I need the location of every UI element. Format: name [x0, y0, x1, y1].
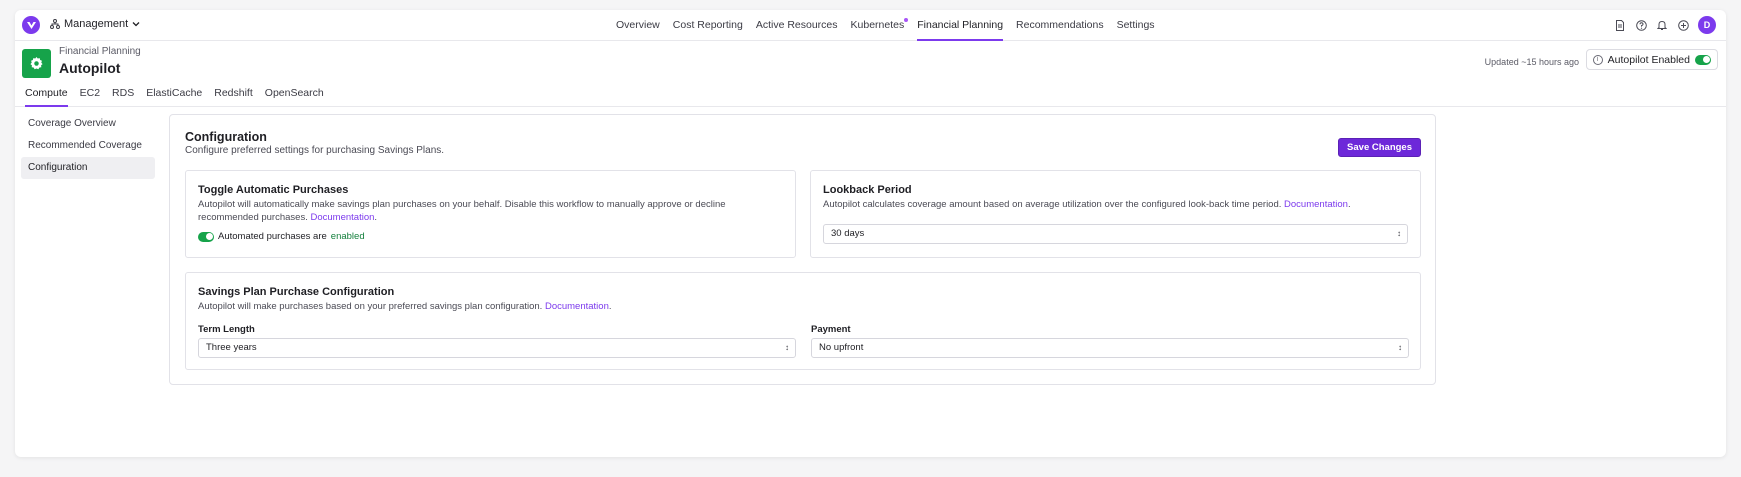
- page-header: Financial Planning Autopilot Updated ~15…: [15, 41, 1726, 82]
- documentation-link[interactable]: Documentation: [1284, 199, 1348, 210]
- org-name: Management: [64, 18, 129, 30]
- nav-recommendations[interactable]: Recommendations: [1016, 10, 1104, 41]
- org-switcher[interactable]: Management: [50, 18, 140, 30]
- section-title: Configuration: [185, 130, 267, 144]
- gear-icon: [22, 49, 51, 78]
- top-navigation: Management Overview Cost Reporting Activ…: [15, 10, 1726, 41]
- service-tabs: Compute EC2 RDS ElastiCache Redshift Ope…: [15, 82, 1726, 107]
- automated-purchases-toggle-row: Automated purchases are enabled: [198, 231, 365, 242]
- nav-label: Overview: [616, 19, 660, 31]
- autopilot-status-label: Autopilot Enabled: [1607, 53, 1690, 66]
- payment-select[interactable]: No upfront ↕: [811, 338, 1409, 358]
- tab-rds[interactable]: RDS: [112, 82, 134, 107]
- card-title: Toggle Automatic Purchases: [198, 184, 349, 196]
- autopilot-toggle[interactable]: [1695, 54, 1711, 65]
- select-caret-icon: ↕: [785, 343, 789, 352]
- select-value: Three years: [206, 342, 257, 353]
- tab-redshift[interactable]: Redshift: [214, 82, 253, 107]
- sidebar-item-configuration[interactable]: Configuration: [21, 157, 155, 179]
- select-value: 30 days: [831, 228, 865, 239]
- toggle-state: enabled: [330, 231, 365, 242]
- nav-label: Kubernetes: [850, 19, 905, 31]
- autopilot-status-button[interactable]: i Autopilot Enabled: [1585, 49, 1718, 70]
- help-icon[interactable]: [1635, 19, 1647, 31]
- card-description-text: Autopilot will automatically make saving…: [198, 199, 726, 223]
- document-icon[interactable]: [1614, 19, 1626, 31]
- term-length-select[interactable]: Three years ↕: [198, 338, 796, 358]
- card-description: Autopilot calculates coverage amount bas…: [823, 199, 1351, 210]
- tab-ec2[interactable]: EC2: [80, 82, 100, 107]
- lookback-period-card: Lookback Period Autopilot calculates cov…: [810, 170, 1421, 258]
- nav-label: Recommendations: [1016, 19, 1104, 31]
- tab-opensearch[interactable]: OpenSearch: [265, 82, 324, 107]
- term-length-label: Term Length: [198, 324, 255, 335]
- nav-label: Cost Reporting: [672, 19, 743, 31]
- breadcrumb[interactable]: Financial Planning: [59, 46, 141, 57]
- card-description-text: Autopilot calculates coverage amount bas…: [823, 199, 1282, 210]
- logo-icon[interactable]: [22, 16, 40, 34]
- select-value: No upfront: [819, 342, 864, 353]
- nav-active-resources[interactable]: Active Resources: [756, 10, 838, 41]
- chevron-down-icon: [132, 22, 140, 27]
- documentation-link[interactable]: Documentation: [545, 301, 609, 312]
- toggle-label: Automated purchases are: [218, 231, 327, 242]
- nav-kubernetes[interactable]: Kubernetes: [850, 10, 909, 41]
- nav-settings[interactable]: Settings: [1117, 10, 1155, 41]
- save-changes-button[interactable]: Save Changes: [1338, 138, 1421, 157]
- tab-compute[interactable]: Compute: [25, 82, 68, 107]
- app-window: Management Overview Cost Reporting Activ…: [15, 10, 1726, 457]
- savings-plan-config-card: Savings Plan Purchase Configuration Auto…: [185, 272, 1421, 370]
- nav-cost-reporting[interactable]: Cost Reporting: [673, 10, 743, 41]
- updated-timestamp: Updated ~15 hours ago: [1484, 57, 1579, 67]
- page-title: Autopilot: [59, 60, 121, 76]
- sidebar-item-recommended-coverage[interactable]: Recommended Coverage: [21, 135, 155, 157]
- lookback-period-select[interactable]: 30 days ↕: [823, 224, 1408, 244]
- main-nav: Overview Cost Reporting Active Resources…: [616, 10, 1155, 41]
- sidebar-item-coverage-overview[interactable]: Coverage Overview: [21, 113, 155, 135]
- nav-overview[interactable]: Overview: [616, 10, 660, 41]
- card-description: Autopilot will make purchases based on y…: [198, 301, 612, 312]
- toggle-purchases-card: Toggle Automatic Purchases Autopilot wil…: [185, 170, 796, 258]
- bell-icon[interactable]: [1656, 19, 1668, 31]
- notification-dot: [904, 18, 909, 22]
- section-description: Configure preferred settings for purchas…: [185, 145, 445, 156]
- avatar[interactable]: D: [1698, 16, 1716, 34]
- nav-label: Active Resources: [755, 19, 838, 31]
- automated-purchases-toggle[interactable]: [198, 231, 214, 242]
- documentation-link[interactable]: Documentation: [310, 212, 374, 223]
- select-caret-icon: ↕: [1398, 343, 1402, 352]
- plus-circle-icon[interactable]: [1677, 19, 1689, 31]
- nav-label: Settings: [1116, 19, 1155, 31]
- card-title: Savings Plan Purchase Configuration: [198, 286, 395, 298]
- configuration-panel: Configuration Configure preferred settin…: [169, 114, 1436, 385]
- info-icon: i: [1592, 54, 1603, 65]
- nav-financial-planning[interactable]: Financial Planning: [917, 10, 1004, 41]
- tab-elasticache[interactable]: ElastiCache: [146, 82, 202, 107]
- card-title: Lookback Period: [823, 184, 912, 196]
- select-caret-icon: ↕: [1397, 229, 1401, 238]
- payment-label: Payment: [811, 324, 851, 335]
- card-description: Autopilot will automatically make saving…: [198, 199, 726, 223]
- nav-label: Financial Planning: [917, 19, 1004, 31]
- sidebar: Coverage Overview Recommended Coverage C…: [21, 118, 155, 179]
- card-description-text: Autopilot will make purchases based on y…: [198, 301, 543, 312]
- org-tree-icon: [50, 19, 60, 29]
- header-actions: D: [1614, 16, 1716, 34]
